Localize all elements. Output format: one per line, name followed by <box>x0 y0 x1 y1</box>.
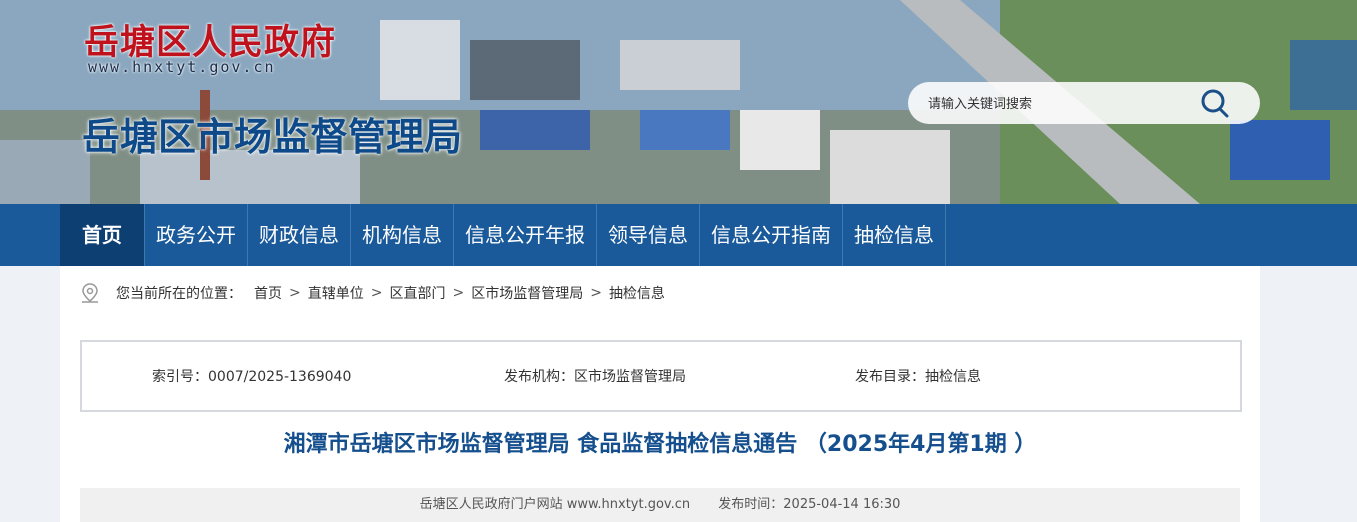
breadcrumb-separator: > <box>590 285 602 301</box>
meta-catalog: 发布目录：抽检信息 <box>855 369 981 385</box>
nav-item-annual-report[interactable]: 信息公开年报 <box>454 204 597 266</box>
article-source: 岳塘区人民政府门户网站 www.hnxtyt.gov.cn <box>419 497 691 512</box>
breadcrumb: 您当前所在的位置： 首页 > 直辖单位 > 区直部门 > 区市场监督管理局 > … <box>80 282 665 304</box>
meta-publisher: 发布机构：区市场监督管理局 <box>504 369 686 385</box>
nav-item-disclosure-guide[interactable]: 信息公开指南 <box>700 204 843 266</box>
search-box <box>908 82 1260 124</box>
header-banner: 岳塘区人民政府 www.hnxtyt.gov.cn 岳塘区市场监督管理局 <box>0 0 1357 204</box>
article-title: 湘潭市岳塘区市场监督管理局 食品监督抽检信息通告 （2025年4月第1期 ） <box>283 432 1037 457</box>
breadcrumb-separator: > <box>370 285 383 301</box>
article-publish-time: 发布时间：2025-04-14 16:30 <box>718 497 901 512</box>
bureau-title: 岳塘区市场监督管理局 <box>82 114 463 159</box>
nav-item-inspection-info[interactable]: 抽检信息 <box>843 204 946 266</box>
location-pin-icon <box>82 283 98 303</box>
search-input[interactable] <box>926 92 1190 116</box>
breadcrumb-separator: > <box>289 285 301 301</box>
gov-site-url: www.hnxtyt.gov.cn <box>88 58 276 76</box>
nav-item-leaders[interactable]: 领导信息 <box>597 204 700 266</box>
breadcrumb-district-departments[interactable]: 区直部门 <box>389 283 445 303</box>
breadcrumb-prefix: 您当前所在的位置： <box>116 286 242 302</box>
breadcrumb-direct-units[interactable]: 直辖单位 <box>308 283 364 303</box>
breadcrumb-separator: > <box>452 285 465 301</box>
breadcrumb-home[interactable]: 首页 <box>254 283 282 303</box>
breadcrumb-inspection-info[interactable]: 抽检信息 <box>609 283 665 303</box>
main-nav: 首页 政务公开 财政信息 机构信息 信息公开年报 领导信息 信息公开指南 抽检信… <box>0 204 1357 266</box>
nav-item-finance[interactable]: 财政信息 <box>248 204 351 266</box>
meta-index-number: 索引号：0007/2025-1369040 <box>152 369 352 385</box>
breadcrumb-market-bureau[interactable]: 区市场监督管理局 <box>471 283 583 303</box>
article-meta-box: 索引号：0007/2025-1369040 发布机构：区市场监督管理局 发布目录… <box>80 340 1242 412</box>
nav-item-gov-affairs[interactable]: 政务公开 <box>145 204 248 266</box>
article-source-bar: 岳塘区人民政府门户网站 www.hnxtyt.gov.cn 发布时间：2025-… <box>80 488 1240 522</box>
magnifier-icon[interactable] <box>1200 88 1230 118</box>
main-content: 您当前所在的位置： 首页 > 直辖单位 > 区直部门 > 区市场监督管理局 > … <box>60 266 1260 522</box>
nav-item-organization[interactable]: 机构信息 <box>351 204 454 266</box>
nav-item-home[interactable]: 首页 <box>60 204 145 266</box>
